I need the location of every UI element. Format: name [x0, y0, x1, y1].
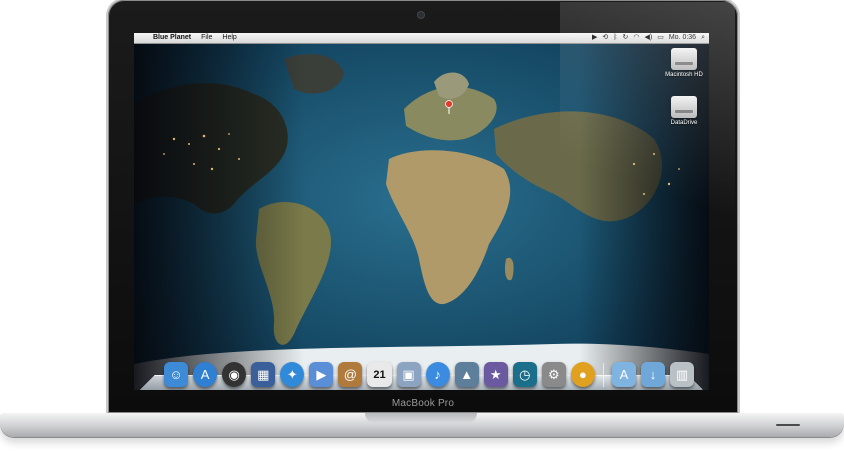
- wifi-icon[interactable]: ◠: [633, 33, 639, 43]
- bluetooth-icon[interactable]: ᛒ: [613, 33, 617, 43]
- blue-planet-icon[interactable]: ●: [570, 362, 595, 387]
- menu-bar: Blue Planet File Help ▶ ⟲ ᛒ ↻ ◠ ◀) ▭ Mo.…: [134, 33, 709, 44]
- facetime-icon[interactable]: ▶: [309, 362, 334, 387]
- screen: Blue Planet File Help ▶ ⟲ ᛒ ↻ ◠ ◀) ▭ Mo.…: [134, 33, 709, 390]
- imovie-icon[interactable]: ★: [483, 362, 508, 387]
- time-machine-icon[interactable]: ◷: [512, 362, 537, 387]
- safari-icon[interactable]: ✦: [280, 362, 305, 387]
- iphoto-icon[interactable]: ▲: [454, 362, 479, 387]
- desktop-icon-label: Macintosh HD: [665, 72, 703, 78]
- sync-icon[interactable]: ↻: [623, 33, 629, 43]
- system-preferences-icon[interactable]: ⚙: [541, 362, 566, 387]
- clock[interactable]: Mo. 0:36: [669, 33, 696, 43]
- laptop-notch: [365, 413, 477, 423]
- hard-drive-icon: [671, 48, 697, 70]
- mission-control-icon[interactable]: ▦: [251, 362, 276, 387]
- dock: ☺ A ◉ ▦ ✦ ▶ @21 ▣ ♪ ▲ ★ ◷ ⚙ ● A ↓ ▥: [164, 355, 695, 387]
- applications-folder-icon[interactable]: A: [611, 362, 636, 387]
- finder-icon[interactable]: ☺: [164, 362, 189, 387]
- address-book-icon[interactable]: @: [338, 362, 363, 387]
- play-icon[interactable]: ▶: [592, 33, 597, 43]
- file-menu[interactable]: File: [196, 33, 217, 43]
- itunes-icon[interactable]: ♪: [425, 362, 450, 387]
- world-map: [134, 44, 709, 390]
- battery-icon[interactable]: ▭: [657, 33, 664, 43]
- dock-separator: [602, 363, 604, 387]
- volume-icon[interactable]: ◀): [644, 33, 652, 43]
- brand-label: MacBook Pro: [391, 398, 455, 409]
- downloads-folder-icon[interactable]: ↓: [640, 362, 666, 387]
- preview-icon[interactable]: ▣: [396, 362, 421, 387]
- status-area: ▶ ⟲ ᛒ ↻ ◠ ◀) ▭ Mo. 0:36 ⌕: [592, 33, 709, 43]
- trash-icon[interactable]: ▥: [670, 362, 695, 387]
- sleep-indicator: [776, 424, 800, 426]
- timemachine-icon[interactable]: ⟲: [602, 33, 608, 43]
- app-menu[interactable]: Blue Planet: [148, 33, 196, 43]
- camera-icon: [418, 12, 424, 18]
- search-icon[interactable]: ⌕: [701, 33, 705, 43]
- desktop-icon-label: DataDrive: [670, 120, 698, 126]
- app-store-icon[interactable]: A: [193, 362, 218, 387]
- desktop-icon-macintosh-hd[interactable]: Macintosh HD: [662, 48, 706, 78]
- calendar-icon[interactable]: 21: [367, 362, 392, 387]
- help-menu[interactable]: Help: [217, 33, 241, 43]
- desktop-icon-datadrive[interactable]: DataDrive: [662, 96, 706, 126]
- hard-drive-icon: [671, 96, 697, 118]
- dashboard-icon[interactable]: ◉: [222, 362, 247, 387]
